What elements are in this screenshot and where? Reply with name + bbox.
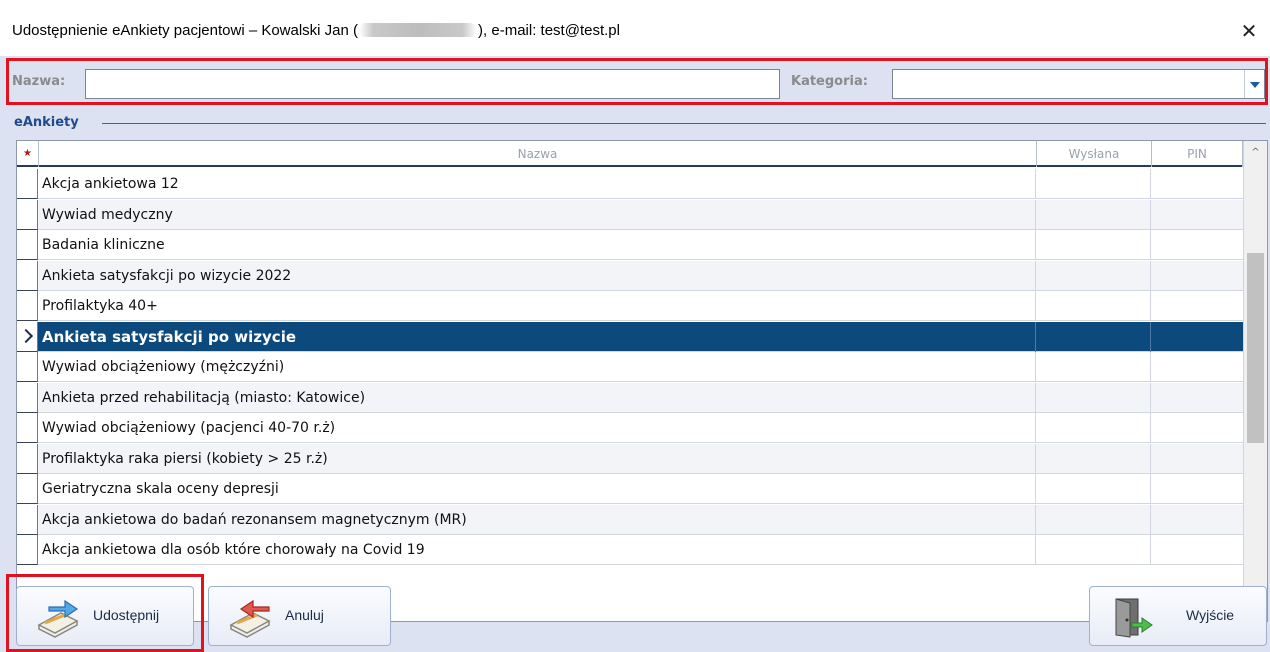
table-row-selected[interactable]: Ankieta satysfakcji po wizycie [17,322,1243,352]
row-name-cell: Wywiad obciążeniowy (pacjenci 40-70 r.ż) [39,413,1036,443]
cancel-arrow-icon [229,599,271,638]
row-selector[interactable] [17,383,38,413]
row-pin-cell [1152,261,1243,291]
row-selector[interactable] [17,474,38,504]
row-pin-cell [1152,291,1243,321]
row-selector[interactable] [17,413,38,443]
row-name-cell: Akcja ankietowa do badań rezonansem magn… [39,505,1036,535]
dialog-body: Nazwa: Kategoria: eAnkiety ★ Nazwa Wysła… [0,56,1270,652]
share-arrow-icon [37,599,79,638]
row-selector-arrow-icon[interactable] [17,322,38,352]
row-pin-cell [1152,169,1243,199]
row-selector[interactable] [17,444,38,474]
row-pin-cell [1152,352,1243,382]
column-header-sent[interactable]: Wysłana [1037,141,1152,167]
scrollbar-thumb[interactable] [1247,253,1264,443]
redacted-blur [359,23,478,37]
row-sent-cell [1037,291,1151,321]
row-pin-cell [1152,444,1243,474]
row-pin-cell [1152,413,1243,443]
table-row[interactable]: Profilaktyka 40+ [17,291,1243,321]
row-name-cell: Profilaktyka 40+ [39,291,1036,321]
category-filter-label: Kategoria: [791,74,868,89]
category-filter-select[interactable] [892,69,1265,99]
table-row[interactable]: Akcja ankietowa do badań rezonansem magn… [17,505,1243,535]
row-sent-cell [1037,352,1151,382]
window-title-prefix: Udostępnienie eAnkiety pacjentowi – Kowa… [12,22,359,39]
row-selector[interactable] [17,535,38,565]
row-sent-cell [1037,444,1151,474]
row-pin-cell [1152,383,1243,413]
row-name-cell: Wywiad medyczny [39,200,1036,230]
row-selector[interactable] [17,169,38,199]
row-sent-cell [1037,230,1151,260]
close-icon[interactable]: ✕ [1236,18,1262,44]
table-row[interactable]: Ankieta satysfakcji po wizycie 2022 [17,261,1243,291]
row-selector[interactable] [17,200,38,230]
exit-button-label: Wyjście [1186,607,1235,623]
star-icon: ★ [17,141,39,167]
table-row[interactable]: Wywiad obciążeniowy (mężczyźni) [17,352,1243,382]
window-title: Udostępnienie eAnkiety pacjentowi – Kowa… [12,22,620,39]
table-row[interactable]: Akcja ankietowa 12 [17,169,1243,199]
row-name-cell: Ankieta przed rehabilitacją (miasto: Kat… [39,383,1036,413]
table-row[interactable]: Wywiad medyczny [17,200,1243,230]
cancel-button-label: Anuluj [285,607,324,623]
grid-header: ★ Nazwa Wysłana PIN [17,141,1243,167]
column-header-name[interactable]: Nazwa [39,141,1037,167]
row-sent-cell [1037,535,1151,565]
row-name-cell: Ankieta satysfakcji po wizycie 2022 [39,261,1036,291]
exit-door-icon [1115,598,1153,638]
row-sent-cell [1037,261,1151,291]
row-name-cell: Profilaktyka raka piersi (kobiety > 25 r… [39,444,1036,474]
row-selector[interactable] [17,261,38,291]
name-filter-input[interactable] [85,69,780,99]
row-pin-cell [1152,200,1243,230]
row-sent-cell [1037,383,1151,413]
row-selector[interactable] [17,505,38,535]
table-row[interactable]: Geriatryczna skala oceny depresji [17,474,1243,504]
row-sent-cell [1037,413,1151,443]
column-header-pin[interactable]: PIN [1152,141,1243,167]
filter-panel-highlight: Nazwa: Kategoria: [6,58,1268,105]
row-sent-cell [1037,505,1151,535]
row-pin-cell [1152,474,1243,504]
name-filter-label: Nazwa: [12,74,66,89]
row-name-cell: Badania kliniczne [39,230,1036,260]
row-selector[interactable] [17,291,38,321]
scroll-up-arrow-icon[interactable]: ^ [1244,141,1267,165]
window-title-suffix: ), e-mail: test@test.pl [478,22,620,39]
row-name-cell: Geriatryczna skala oceny depresji [39,474,1036,504]
row-selector[interactable] [17,230,38,260]
cancel-button[interactable]: Anuluj [208,586,391,646]
surveys-grid: ★ Nazwa Wysłana PIN Akcja ankietowa 12 Wy… [16,140,1268,622]
row-pin-cell [1152,322,1243,352]
row-pin-cell [1152,535,1243,565]
row-name-cell: Akcja ankietowa dla osób które chorowały… [39,535,1036,565]
row-sent-cell [1037,322,1151,352]
row-sent-cell [1037,200,1151,230]
group-label: eAnkiety [14,115,79,130]
row-pin-cell [1152,505,1243,535]
row-name-cell: Akcja ankietowa 12 [39,169,1036,199]
group-divider [102,123,1266,124]
table-row[interactable]: Ankieta przed rehabilitacją (miasto: Kat… [17,383,1243,413]
chevron-down-icon[interactable] [1244,70,1264,98]
exit-button[interactable]: Wyjście [1089,586,1267,646]
table-row[interactable]: Badania kliniczne [17,230,1243,260]
row-sent-cell [1037,474,1151,504]
row-name-cell: Wywiad obciążeniowy (mężczyźni) [39,352,1036,382]
row-sent-cell [1037,169,1151,199]
table-row[interactable]: Profilaktyka raka piersi (kobiety > 25 r… [17,444,1243,474]
row-name-cell: Ankieta satysfakcji po wizycie [39,322,1036,352]
table-row[interactable]: Akcja ankietowa dla osób które chorowały… [17,535,1243,565]
vertical-scrollbar[interactable]: ^ v [1243,141,1267,621]
row-pin-cell [1152,230,1243,260]
title-bar: Udostępnienie eAnkiety pacjentowi – Kowa… [0,0,1270,56]
table-row[interactable]: Wywiad obciążeniowy (pacjenci 40-70 r.ż) [17,413,1243,443]
share-button-label: Udostępnij [93,607,160,623]
row-selector[interactable] [17,352,38,382]
share-button[interactable]: Udostępnij [16,586,194,646]
